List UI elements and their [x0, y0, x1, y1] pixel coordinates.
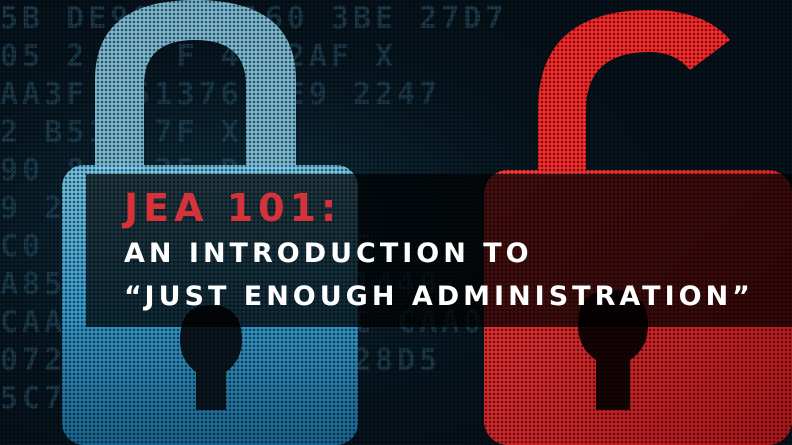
hero-image: 5B DE905 2F160 3BE 27D705 2 X3 F 44 2AF … — [0, 0, 792, 445]
page-title: JEA 101: — [124, 186, 342, 230]
subtitle-line-2: “JUST ENOUGH ADMINISTRATION” — [124, 281, 754, 312]
subtitle-line-1: AN INTRODUCTION TO — [124, 238, 533, 269]
